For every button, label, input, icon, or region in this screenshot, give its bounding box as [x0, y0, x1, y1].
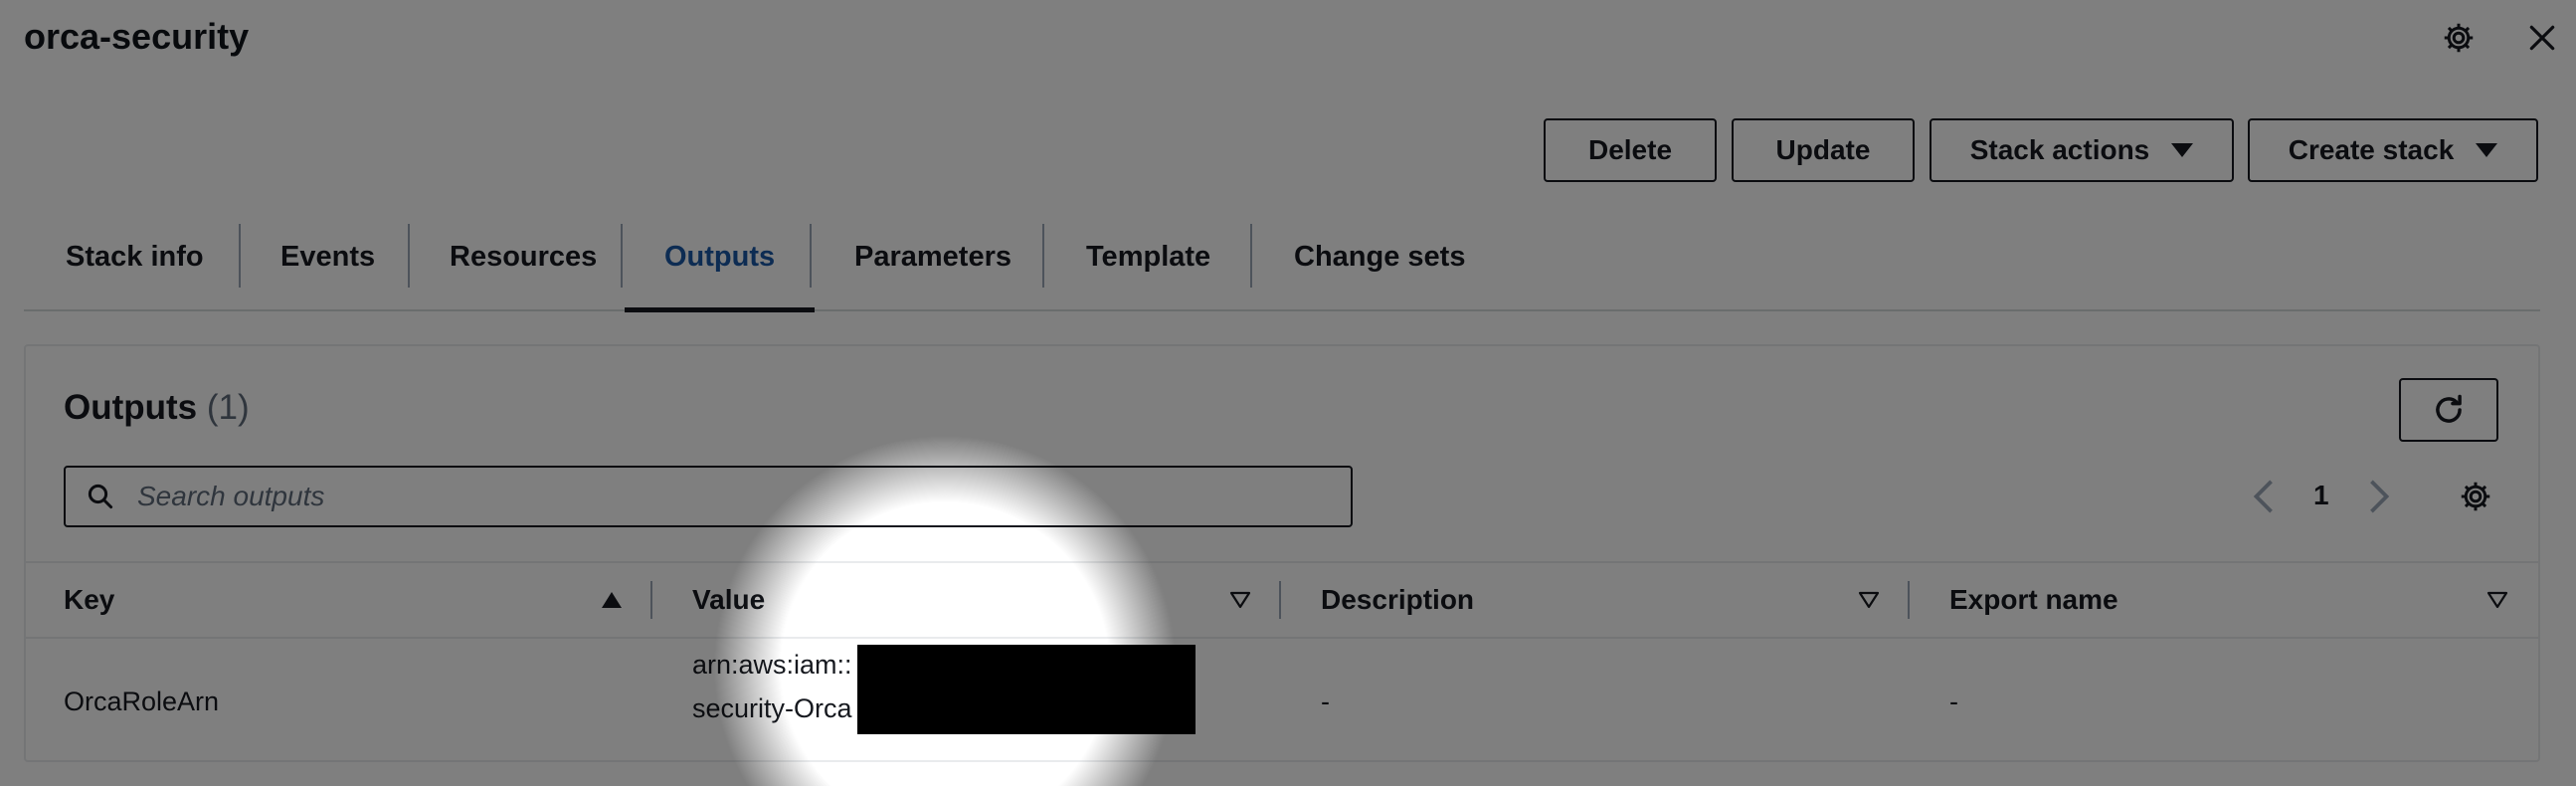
- sort-icon[interactable]: [2483, 585, 2512, 615]
- create-stack-label: Create stack: [2288, 134, 2455, 165]
- table-preferences-gear-icon[interactable]: [2455, 476, 2496, 517]
- cloudformation-stack-panel: orca-security Delete Update Stack action…: [0, 0, 2576, 786]
- outputs-count: (1): [206, 388, 250, 427]
- caret-down-icon: [2476, 143, 2498, 157]
- gear-icon[interactable]: [2439, 18, 2479, 58]
- tab-divider: [1250, 224, 1252, 288]
- outputs-table-header: Key Value Description Export name: [26, 561, 2538, 639]
- update-button[interactable]: Update: [1732, 118, 1915, 182]
- refresh-button[interactable]: [2399, 378, 2498, 442]
- redaction-box: [857, 645, 1196, 734]
- delete-button-label: Delete: [1587, 134, 1673, 165]
- close-icon[interactable]: [2522, 18, 2562, 58]
- tab-divider: [408, 224, 410, 288]
- output-value-line1: arn:aws:iam::: [692, 650, 852, 680]
- tab-change-sets[interactable]: Change sets: [1294, 204, 1465, 309]
- search-input[interactable]: [135, 467, 1351, 526]
- tab-divider: [810, 224, 812, 288]
- search-icon: [66, 482, 135, 511]
- stack-title: orca-security: [24, 16, 250, 57]
- output-value-line2: security-Orca: [692, 693, 852, 723]
- chevron-right-icon[interactable]: [2359, 476, 2399, 517]
- create-stack-button[interactable]: Create stack: [2248, 118, 2538, 182]
- tab-divider: [621, 224, 623, 288]
- column-header-value[interactable]: Value: [692, 563, 765, 637]
- tab-divider: [1042, 224, 1044, 288]
- column-divider: [650, 581, 652, 619]
- update-button-label: Update: [1775, 134, 1871, 165]
- column-header-description[interactable]: Description: [1321, 563, 1474, 637]
- sort-icon[interactable]: [1225, 585, 1255, 615]
- tab-divider: [239, 224, 241, 288]
- page-number[interactable]: 1: [2313, 480, 2329, 511]
- output-description: -: [1321, 687, 1330, 716]
- refresh-icon: [2436, 394, 2462, 423]
- column-divider: [1279, 581, 1281, 619]
- sort-icon[interactable]: [1854, 585, 1884, 615]
- tab-resources[interactable]: Resources: [450, 204, 597, 309]
- stack-actions-button[interactable]: Stack actions: [1930, 118, 2234, 182]
- outputs-title: Outputs: [64, 388, 198, 427]
- sort-ascending-icon[interactable]: [597, 585, 627, 615]
- column-header-key[interactable]: Key: [64, 563, 114, 637]
- output-export-name: -: [1949, 687, 1958, 716]
- column-header-export-name[interactable]: Export name: [1949, 563, 2118, 637]
- output-key: OrcaRoleArn: [64, 687, 220, 716]
- tab-stack-info[interactable]: Stack info: [66, 204, 204, 309]
- stack-tabs: Stack info Events Resources Outputs Para…: [24, 204, 2540, 312]
- column-divider: [1908, 581, 1910, 619]
- tab-parameters[interactable]: Parameters: [854, 204, 1012, 309]
- outputs-heading: Outputs (1): [64, 388, 250, 428]
- tab-template[interactable]: Template: [1086, 204, 1210, 309]
- tab-outputs[interactable]: Outputs: [625, 204, 816, 312]
- delete-button[interactable]: Delete: [1544, 118, 1717, 182]
- chevron-left-icon[interactable]: [2244, 476, 2284, 517]
- stack-actions-label: Stack actions: [1969, 134, 2150, 165]
- output-value: arn:aws:iam:: security-Orca: [692, 643, 852, 730]
- caret-down-icon: [2171, 143, 2194, 157]
- tab-events[interactable]: Events: [280, 204, 375, 309]
- outputs-panel: Outputs (1) 1: [24, 344, 2540, 762]
- search-outputs[interactable]: [64, 466, 1353, 527]
